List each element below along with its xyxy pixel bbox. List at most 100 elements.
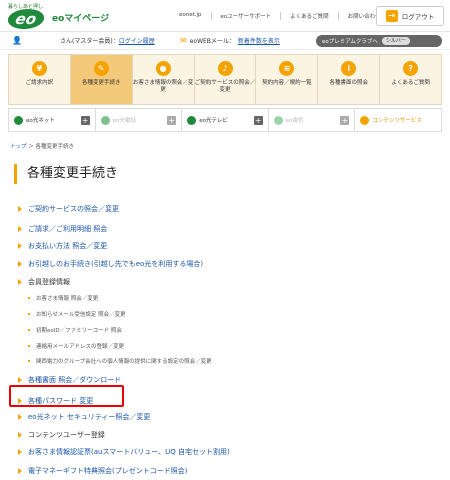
service-tab-electric[interactable]: eo電気 + bbox=[267, 109, 355, 131]
agreements-icon: ≡ bbox=[279, 61, 295, 76]
user-name: さん(マスター会員)：ログイン履歴 bbox=[60, 38, 155, 45]
service-electric-icon bbox=[273, 115, 283, 125]
procedure-label: eo光ネット セキュリティー照会／変更 bbox=[28, 413, 151, 421]
user-status: さん(マスター会員) bbox=[60, 38, 113, 45]
nav-tab-label: よくあるご質問 bbox=[391, 80, 430, 86]
arrow-bullet-icon bbox=[18, 449, 22, 455]
arrow-bullet-icon bbox=[18, 414, 22, 420]
nav-tab-label: 契約内容／規約一覧 bbox=[262, 80, 312, 86]
procedure-item[interactable]: 各種書面 照会／ダウンロード bbox=[18, 375, 121, 385]
arrow-bullet-icon bbox=[18, 279, 22, 285]
procedure-label: お支払い方法 照会／変更 bbox=[28, 242, 108, 250]
procedure-label: 連絡用メールアドレスの登録／変更 bbox=[36, 344, 125, 350]
logo-mark: eo bbox=[5, 9, 47, 29]
nav-tab-changes[interactable]: ✎ 各種変更手続き bbox=[69, 55, 132, 104]
procedure-label: お客さま情報認証票(auスマートバリュー、UQ 自宅セット割用) bbox=[28, 448, 230, 456]
arrow-bullet-icon bbox=[18, 226, 22, 232]
procedure-item[interactable]: お支払い方法 照会／変更 bbox=[18, 241, 107, 251]
procedure-sub-item[interactable]: お知らせメール受信設定 照会／変更 bbox=[28, 310, 126, 318]
procedure-label: 各種書面 照会／ダウンロード bbox=[28, 376, 122, 384]
procedure-label: ご請求／ご利用明細 照会 bbox=[28, 225, 108, 233]
nav-tab-service-contract[interactable]: ♪ ご契約サービスの照会／変更 bbox=[193, 55, 256, 104]
expand-plus-icon[interactable]: + bbox=[167, 115, 177, 125]
logout-icon: ⇥ bbox=[385, 10, 398, 22]
nav-tab-faq[interactable]: ? よくあるご質問 bbox=[379, 55, 441, 104]
breadcrumb: トップ ＞ 各種変更手続き bbox=[10, 144, 75, 150]
service-tab-label: eo光ネット bbox=[26, 118, 55, 124]
service-tab-phone[interactable]: eo光電話 + bbox=[94, 109, 182, 131]
procedure-sub-item[interactable]: 関西電力のグループ会社への個人情報の提供に関する設定の照会／変更 bbox=[28, 357, 212, 365]
bullet-square-icon bbox=[28, 297, 30, 299]
service-net-icon bbox=[14, 115, 23, 125]
premium-club-label: eoプレミアムクラブへ bbox=[322, 39, 378, 45]
breadcrumb-current: 各種変更手続き bbox=[35, 144, 75, 150]
webmail-info: ✉ eoWEBメール： 新着件数を表示 bbox=[180, 36, 280, 45]
login-history-link[interactable]: ログイン履歴 bbox=[119, 38, 155, 45]
customer-info-icon: ● bbox=[155, 61, 171, 76]
arrow-bullet-icon bbox=[18, 206, 22, 212]
header-link-eonet[interactable]: eonet.jp bbox=[170, 12, 211, 20]
billing-icon: ¥ bbox=[31, 61, 47, 76]
eo-logo[interactable]: 暮らしあと押し eo bbox=[5, 3, 48, 29]
service-tv-icon bbox=[187, 115, 197, 125]
user-icon: 👤 bbox=[12, 36, 22, 45]
changes-icon: ✎ bbox=[93, 61, 109, 76]
nav-tab-documents[interactable]: i 各種書面の照会 bbox=[317, 55, 379, 104]
procedure-label: 電子マネーギフト特典照会(プレゼントコード照会) bbox=[28, 467, 188, 475]
page-title: 各種変更手続き bbox=[14, 164, 450, 184]
nav-tab-billing[interactable]: ¥ ご請求内訳 bbox=[9, 55, 70, 104]
header-links: eonet.jp eoユーザーサポート よくあるご質問 お問い合わせ bbox=[170, 12, 390, 20]
breadcrumb-home[interactable]: トップ bbox=[10, 144, 27, 150]
nav-tab-agreements[interactable]: ≡ 契約内容／規約一覧 bbox=[255, 55, 317, 104]
procedure-item: 会員登録情報 bbox=[18, 277, 70, 287]
procedure-sub-item[interactable]: 連絡用メールアドレスの登録／変更 bbox=[28, 342, 124, 350]
expand-plus-icon[interactable]: + bbox=[80, 115, 90, 125]
highlight-box bbox=[9, 385, 124, 407]
procedure-item[interactable]: 電子マネーギフト特典照会(プレゼントコード照会) bbox=[18, 466, 187, 476]
service-tab-tv[interactable]: eo光テレビ + bbox=[181, 109, 268, 131]
premium-rank-badge: シルバー bbox=[381, 37, 410, 45]
premium-club-button[interactable]: eoプレミアムクラブへ シルバー bbox=[316, 35, 442, 47]
procedure-item[interactable]: eo光ネット セキュリティー照会／変更 bbox=[18, 412, 150, 422]
procedure-label: お客さま情報 照会／変更 bbox=[36, 296, 99, 302]
procedure-item[interactable]: お客さま情報認証票(auスマートバリュー、UQ 自宅セット割用) bbox=[18, 447, 230, 457]
service-phone-icon bbox=[100, 115, 110, 125]
webmail-count-link[interactable]: 新着件数を表示 bbox=[238, 36, 280, 45]
service-contract-icon: ♪ bbox=[217, 61, 233, 76]
header: 暮らしあと押し eo eoマイページ eonet.jp eoユーザーサポート よ… bbox=[0, 0, 450, 32]
nav-tab-label: ご契約サービスの照会／変更 bbox=[194, 80, 256, 93]
procedure-label: コンテンツユーザー登録 bbox=[28, 431, 105, 439]
service-tab-contents[interactable]: コンテンツサービス bbox=[354, 109, 441, 131]
expand-plus-icon[interactable]: + bbox=[340, 115, 350, 125]
procedure-sub-item[interactable]: 初期eoID／ファミリーコード 照会 bbox=[28, 326, 122, 334]
procedure-item[interactable]: お引越しのお手続き(引越し先でもeo光を利用する場合) bbox=[18, 259, 203, 269]
service-tab-label: eo電気 bbox=[285, 118, 304, 124]
procedure-label: お引越しのお手続き(引越し先でもeo光を利用する場合) bbox=[28, 260, 204, 268]
header-link-faq[interactable]: よくあるご質問 bbox=[280, 12, 338, 20]
arrow-bullet-icon bbox=[18, 243, 22, 249]
service-tab-label: eo光電話 bbox=[112, 118, 136, 124]
user-bar: 👤 さん(マスター会員)：ログイン履歴 ✉ eoWEBメール： 新着件数を表示 … bbox=[0, 32, 450, 50]
arrow-bullet-icon bbox=[18, 468, 22, 474]
arrow-bullet-icon bbox=[18, 377, 22, 383]
procedure-item[interactable]: ご請求／ご利用明細 照会 bbox=[18, 224, 107, 234]
procedure-label: 会員登録情報 bbox=[28, 278, 70, 286]
procedure-sub-item[interactable]: お客さま情報 照会／変更 bbox=[28, 294, 98, 302]
logout-button[interactable]: ⇥ ログアウト bbox=[376, 6, 444, 26]
procedure-item: コンテンツユーザー登録 bbox=[18, 430, 105, 440]
bullet-square-icon bbox=[28, 329, 30, 331]
procedure-label: お知らせメール受信設定 照会／変更 bbox=[36, 312, 126, 318]
logout-label: ログアウト bbox=[401, 13, 435, 21]
faq-icon: ? bbox=[403, 61, 419, 76]
service-tab-net[interactable]: eo光ネット + bbox=[9, 109, 95, 131]
expand-plus-icon[interactable]: + bbox=[253, 115, 263, 125]
nav-tab-customer-info[interactable]: ● お客さま情報の照会／変更 bbox=[131, 55, 194, 104]
service-contents-icon bbox=[360, 115, 370, 125]
procedure-item[interactable]: ご契約サービスの照会／変更 bbox=[18, 204, 119, 214]
service-tab-label: eo光テレビ bbox=[199, 118, 228, 124]
arrow-bullet-icon bbox=[18, 261, 22, 267]
header-link-support[interactable]: eoユーザーサポート bbox=[210, 12, 281, 20]
nav-tab-label: 各種書面の照会 bbox=[329, 80, 368, 86]
service-nav: eo光ネット + eo光電話 + eo光テレビ + eo電気 + コンテンツサービス bbox=[8, 108, 442, 132]
site-name[interactable]: eoマイページ bbox=[52, 11, 109, 24]
